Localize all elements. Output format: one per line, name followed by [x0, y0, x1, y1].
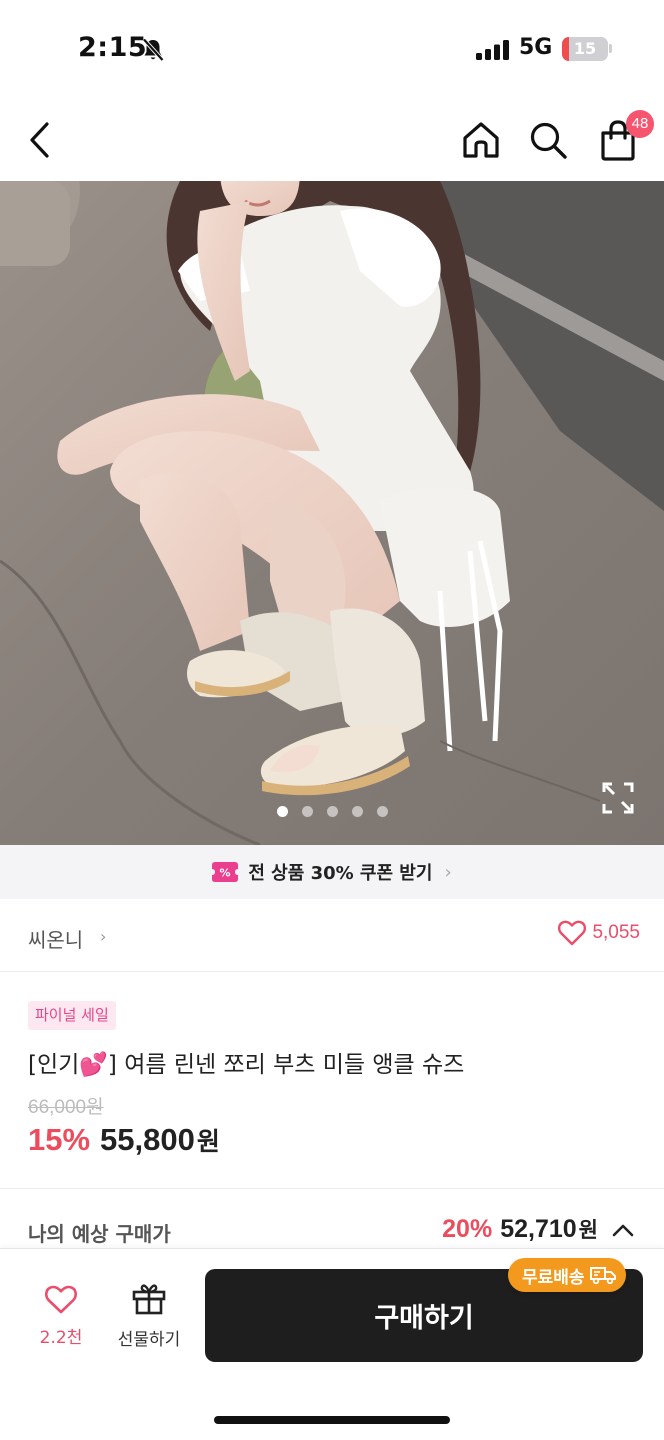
heart-icon: [558, 920, 587, 946]
price-currency: 원: [196, 1127, 220, 1156]
status-time: 2:15: [78, 32, 148, 63]
gift-icon: [132, 1284, 166, 1315]
coupon-ticket-icon: %: [212, 862, 239, 882]
wishlist-count: 2.2천: [39, 1328, 83, 1348]
estimated-price-row: 나의 예상 구매가 20% 52,710 원: [0, 1208, 664, 1248]
brand-like-button[interactable]: 5,055: [558, 920, 640, 946]
delivery-truck-icon: [589, 1267, 616, 1284]
coupon-text: 전 상품 30% 쿠폰 받기: [248, 863, 433, 884]
search-icon: [530, 122, 567, 159]
pagination-dot[interactable]: [326, 806, 338, 817]
heart-icon: [45, 1285, 77, 1314]
cellular-signal-icon: [476, 40, 509, 60]
gift-button[interactable]: 선물하기: [108, 1283, 190, 1355]
battery-percent: 15: [573, 39, 597, 58]
pagination-dot[interactable]: [376, 806, 388, 817]
home-indicator: [214, 1416, 450, 1424]
cart-count-badge: 48: [626, 110, 654, 138]
estimated-price: 52,710: [500, 1215, 577, 1243]
svg-text:%: %: [220, 867, 231, 880]
battery-tip: [609, 44, 612, 53]
bottom-action-bar: 2.2천 선물하기 구매하기 무료배송: [0, 1248, 664, 1440]
home-button[interactable]: [455, 114, 507, 166]
product-image[interactable]: [0, 181, 664, 845]
pagination-dot[interactable]: [301, 806, 313, 817]
fullscreen-expand-icon[interactable]: [600, 780, 636, 816]
back-button[interactable]: [14, 114, 66, 166]
chevron-right-icon: ›: [444, 861, 452, 883]
back-arrow-icon: [30, 122, 49, 158]
sale-tag-badge: 파이널 세일: [28, 1001, 116, 1030]
original-price: 66,000원: [28, 1097, 104, 1118]
chevron-right-icon: ›: [100, 927, 107, 946]
estimated-currency: 원: [578, 1218, 598, 1242]
home-icon: [463, 122, 499, 158]
free-shipping-badge: 무료배송: [508, 1258, 626, 1292]
brand-name-link[interactable]: 씨온니: [28, 924, 83, 953]
product-photo: [0, 181, 664, 845]
status-bar: 2:15 5G 15: [0, 0, 664, 100]
estimated-price-toggle[interactable]: 20% 52,710 원: [442, 1214, 634, 1244]
chevron-up-icon: [612, 1224, 634, 1237]
pagination-dot[interactable]: [276, 806, 288, 817]
estimated-price-label: 나의 예상 구매가: [28, 1222, 171, 1246]
wishlist-button[interactable]: 2.2천: [24, 1285, 98, 1355]
image-pagination-dots: [0, 802, 664, 821]
discount-rate: 15%: [28, 1122, 91, 1157]
brand-row: 씨온니 › 5,055: [0, 900, 664, 972]
battery-icon: 15: [562, 37, 608, 61]
section-divider: [0, 1188, 664, 1189]
free-shipping-label: 무료배송: [522, 1267, 585, 1288]
pagination-dot[interactable]: [351, 806, 363, 817]
network-type: 5G: [519, 35, 553, 60]
estimated-discount: 20%: [442, 1215, 493, 1243]
coupon-banner[interactable]: % 전 상품 30% 쿠폰 받기 ›: [0, 845, 664, 899]
sale-price: 55,800: [100, 1122, 195, 1157]
bell-muted-icon: [142, 38, 164, 62]
gift-label: 선물하기: [117, 1330, 181, 1350]
price-row: 15% 55,800 원: [28, 1122, 220, 1158]
search-button[interactable]: [522, 114, 574, 166]
brand-like-count: 5,055: [592, 922, 640, 943]
product-title: [인기💕] 여름 린넨 쪼리 부츠 미들 앵클 슈즈: [28, 1052, 465, 1078]
top-navigation: 48: [0, 100, 664, 180]
cart-button[interactable]: 48: [594, 110, 654, 166]
